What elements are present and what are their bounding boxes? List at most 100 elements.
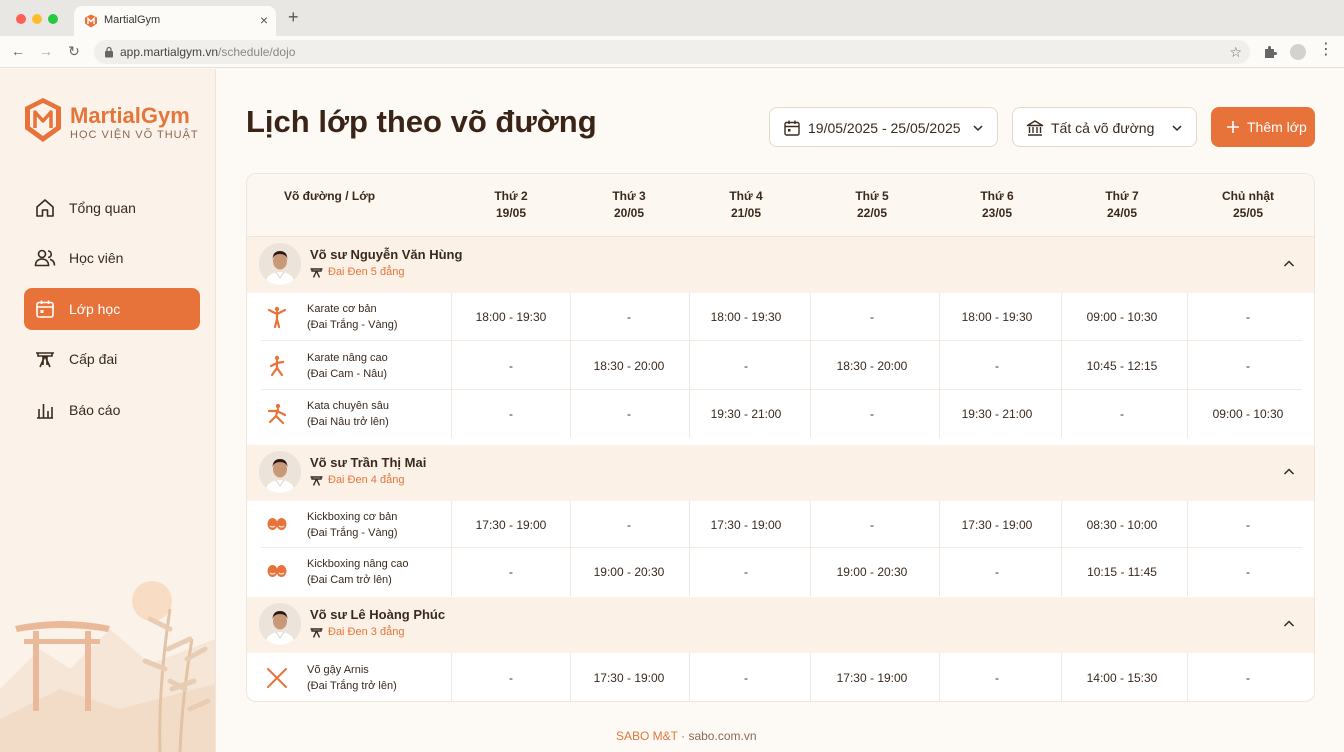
schedule-cell[interactable]: - bbox=[942, 565, 1052, 579]
schedule-cell[interactable]: - bbox=[1067, 407, 1177, 421]
chevron-up-icon[interactable] bbox=[1282, 617, 1296, 631]
schedule-cell[interactable]: 18:30 - 20:00 bbox=[574, 359, 684, 373]
schedule-cell[interactable]: - bbox=[691, 359, 801, 373]
schedule-cell[interactable]: 19:00 - 20:30 bbox=[817, 565, 927, 579]
chevron-up-icon[interactable] bbox=[1282, 465, 1296, 479]
schedule-cell[interactable]: 17:30 - 19:00 bbox=[456, 518, 566, 532]
schedule-cell[interactable]: - bbox=[574, 407, 684, 421]
table-row[interactable]: Kata chuyên sâu (Đai Nâu trở lên) - -19:30 … bbox=[247, 390, 1314, 438]
address-bar: ← → ↻ app.martialgym.vn/schedule/dojo ☆ bbox=[0, 36, 1344, 68]
schedule-cell[interactable]: - bbox=[456, 565, 566, 579]
master-group-header[interactable]: Võ sư Trần Thị Mai Đai Đen 4 đẳng bbox=[247, 445, 1314, 501]
day-name: Thứ 6 bbox=[980, 189, 1014, 203]
belt-icon bbox=[310, 628, 323, 638]
master-group-header[interactable]: Võ sư Lê Hoàng Phúc Đai Đen 3 đẳng bbox=[247, 597, 1314, 653]
chevron-up-icon[interactable] bbox=[1282, 257, 1296, 271]
extensions-icon[interactable] bbox=[1262, 44, 1278, 60]
sidebar-item-lop-hoc[interactable]: Lớp học bbox=[24, 288, 200, 330]
schedule-cell[interactable]: 08:30 - 10:00 bbox=[1067, 518, 1177, 532]
schedule-cell[interactable]: - bbox=[1193, 518, 1303, 532]
schedule-cell[interactable]: 18:30 - 20:00 bbox=[817, 359, 927, 373]
sidebar-item-tong-quan[interactable]: Tổng quan bbox=[24, 187, 200, 229]
schedule-cell[interactable]: 18:00 - 19:30 bbox=[456, 310, 566, 324]
new-tab-icon[interactable]: + bbox=[288, 8, 299, 26]
day-name: Thứ 5 bbox=[855, 189, 889, 203]
schedule-cell[interactable]: 09:00 - 10:30 bbox=[1193, 407, 1303, 421]
column-header-day: Thứ 5 22/05 bbox=[822, 188, 922, 222]
minimize-window-button[interactable] bbox=[32, 14, 42, 24]
profile-icon[interactable] bbox=[1290, 44, 1306, 60]
bookmark-star-icon[interactable]: ☆ bbox=[1229, 44, 1242, 61]
day-name: Chủ nhật bbox=[1222, 189, 1274, 203]
schedule-cell[interactable]: - bbox=[456, 359, 566, 373]
schedule-cell[interactable]: 19:00 - 20:30 bbox=[574, 565, 684, 579]
schedule-cell[interactable]: 19:30 - 21:00 bbox=[691, 407, 801, 421]
browser-menu-icon[interactable]: ⋮ bbox=[1318, 42, 1334, 58]
url-text: app.martialgym.vn/schedule/dojo bbox=[120, 45, 296, 59]
schedule-cell[interactable]: 10:45 - 12:15 bbox=[1067, 359, 1177, 373]
schedule-cell[interactable]: - bbox=[456, 407, 566, 421]
schedule-cell[interactable]: - bbox=[942, 359, 1052, 373]
table-row[interactable]: Karate nâng cao (Đai Cam - Nâu) -18:30 - 2… bbox=[247, 341, 1314, 390]
browser-tab[interactable]: MartialGym × bbox=[74, 6, 276, 36]
forward-icon[interactable]: → bbox=[38, 43, 54, 59]
dojo-filter-select[interactable]: Tất cả võ đường bbox=[1012, 107, 1197, 147]
browser-tab-bar: MartialGym × + bbox=[0, 0, 1344, 36]
reload-icon[interactable]: ↻ bbox=[66, 43, 82, 59]
master-group-header[interactable]: Võ sư Nguyễn Văn Hùng Đai Đen 5 đẳng bbox=[247, 237, 1314, 293]
class-name: Kickboxing cơ bản bbox=[307, 510, 398, 523]
table-row[interactable]: Kickboxing nâng cao (Đai Cam trở lên) -19:… bbox=[247, 548, 1314, 596]
lock-icon bbox=[105, 46, 113, 58]
back-icon[interactable]: ← bbox=[10, 43, 26, 59]
close-window-button[interactable] bbox=[16, 14, 26, 24]
schedule-cell[interactable]: - bbox=[817, 407, 927, 421]
chevron-down-icon bbox=[1172, 125, 1182, 132]
class-name: Kata chuyên sâu bbox=[307, 400, 389, 412]
tab-close-icon[interactable]: × bbox=[260, 12, 268, 28]
sidebar-item-bao-cao[interactable]: Báo cáo bbox=[24, 389, 200, 431]
add-class-button[interactable]: Thêm lớp bbox=[1211, 107, 1315, 147]
sidebar-item-cap-dai[interactable]: Cấp đai bbox=[24, 338, 200, 380]
schedule-cell[interactable]: - bbox=[817, 518, 927, 532]
schedule-cell[interactable]: 10:15 - 11:45 bbox=[1067, 565, 1177, 579]
schedule-cell[interactable]: 17:30 - 19:00 bbox=[691, 518, 801, 532]
class-name: Karate nâng cao bbox=[307, 351, 388, 364]
belt-rank: Đai Đen 5 đẳng bbox=[328, 266, 405, 278]
url-field[interactable]: app.martialgym.vn/schedule/dojo ☆ bbox=[94, 40, 1250, 64]
schedule-cell[interactable]: 09:00 - 10:30 bbox=[1067, 310, 1177, 324]
schedule-cell[interactable]: - bbox=[817, 310, 927, 324]
class-info: Kickboxing cơ bản (Đai Trắng - Vàng) bbox=[307, 509, 397, 541]
schedule-cell[interactable]: 18:00 - 19:30 bbox=[691, 310, 801, 324]
schedule-cell[interactable]: 17:30 - 19:00 bbox=[942, 518, 1052, 532]
schedule-cell[interactable]: - bbox=[691, 671, 801, 685]
schedule-cell[interactable]: 19:30 - 21:00 bbox=[942, 407, 1052, 421]
column-header-day: Thứ 2 19/05 bbox=[461, 188, 561, 222]
schedule-cell[interactable]: - bbox=[1193, 565, 1303, 579]
schedule-cell[interactable]: - bbox=[1193, 310, 1303, 324]
master-name: Võ sư Lê Hoàng Phúc bbox=[310, 607, 446, 622]
schedule-cell[interactable]: - bbox=[691, 565, 801, 579]
schedule-cell[interactable]: - bbox=[574, 518, 684, 532]
sidebar-item-hoc-vien[interactable]: Học viên bbox=[24, 237, 200, 279]
schedule-cell[interactable]: - bbox=[1193, 359, 1303, 373]
table-row[interactable]: Kickboxing cơ bản (Đai Trắng - Vàng) 17:30… bbox=[247, 501, 1314, 548]
class-info: Kata chuyên sâu (Đai Nâu trở lên) bbox=[307, 398, 389, 430]
table-row[interactable]: Võ gậy Arnis (Đai Trắng trở lên) -17:30 - … bbox=[247, 653, 1314, 701]
date-range-picker[interactable]: 19/05/2025 - 25/05/2025 bbox=[769, 107, 998, 147]
date-range-value: 19/05/2025 - 25/05/2025 bbox=[808, 120, 961, 136]
schedule-cell[interactable]: 14:00 - 15:30 bbox=[1067, 671, 1177, 685]
column-header-day: Thứ 6 23/05 bbox=[947, 188, 1047, 222]
maximize-window-button[interactable] bbox=[48, 14, 58, 24]
table-row[interactable]: Karate cơ bản (Đai Trắng - Vàng) 18:00 - 1… bbox=[247, 293, 1314, 341]
belt-icon bbox=[36, 352, 54, 368]
master-avatar bbox=[259, 451, 301, 493]
day-date: 25/05 bbox=[1232, 206, 1264, 220]
schedule-cell[interactable]: - bbox=[942, 671, 1052, 685]
schedule-cell[interactable]: 17:30 - 19:00 bbox=[817, 671, 927, 685]
schedule-cell[interactable]: - bbox=[574, 310, 684, 324]
schedule-cell[interactable]: 17:30 - 19:00 bbox=[574, 671, 684, 685]
schedule-cell[interactable]: - bbox=[456, 671, 566, 685]
schedule-cell[interactable]: 18:00 - 19:30 bbox=[942, 310, 1052, 324]
class-info: Karate cơ bản (Đai Trắng - Vàng) bbox=[307, 301, 397, 333]
schedule-cell[interactable]: - bbox=[1193, 671, 1303, 685]
